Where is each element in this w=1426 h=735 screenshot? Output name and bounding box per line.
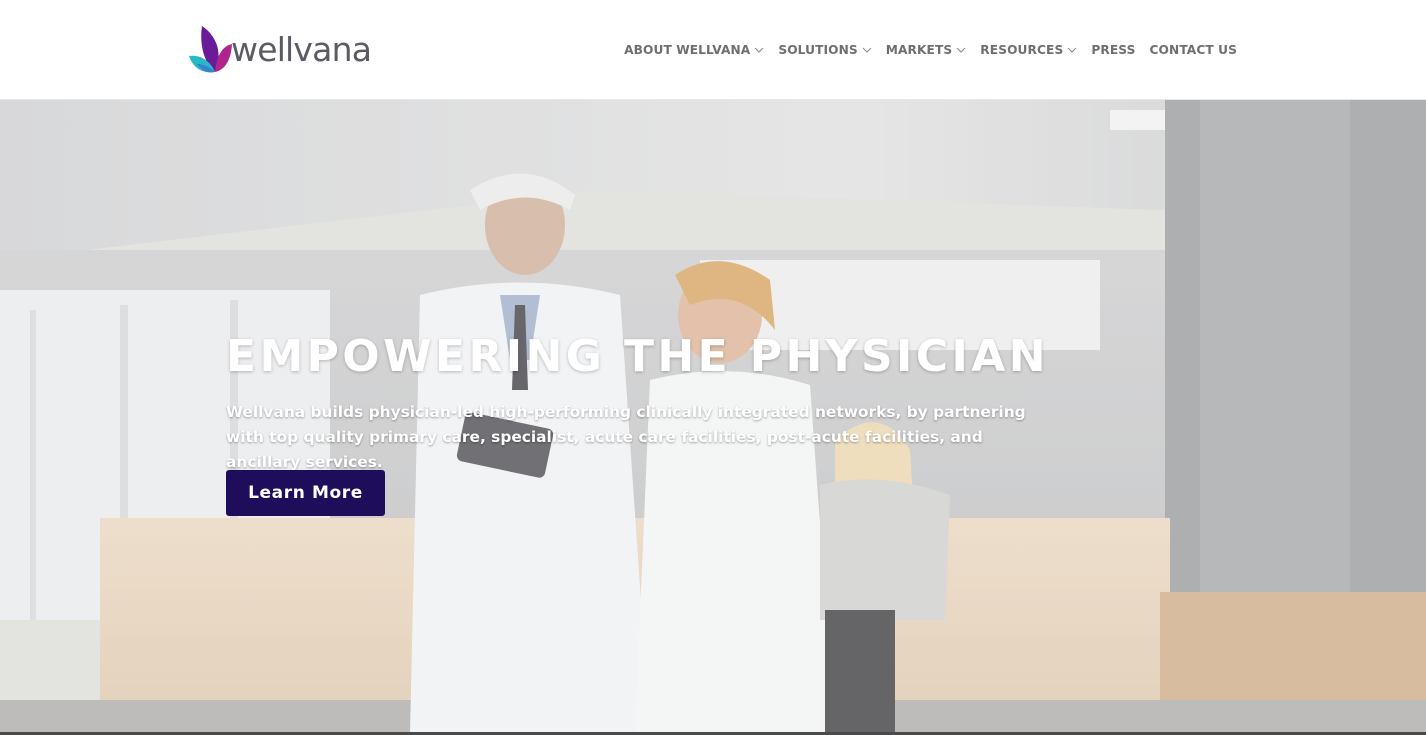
main-nav: ABOUT WELLVANA SOLUTIONS MARKETS RESOURC…	[624, 40, 1237, 60]
nav-item-label: SOLUTIONS	[778, 43, 858, 57]
nav-item-press[interactable]: PRESS	[1091, 41, 1135, 59]
chevron-down-icon	[956, 47, 966, 53]
lotus-petal-logo-icon	[189, 26, 232, 73]
hero-section: EMPOWERING THE PHYSICIAN Wellvana builds…	[0, 100, 1426, 733]
chevron-down-icon	[754, 47, 764, 53]
site-header: wellvana ABOUT WELLVANA SOLUTIONS MARKET…	[0, 0, 1426, 100]
hero-title: EMPOWERING THE PHYSICIAN	[226, 331, 1049, 382]
chevron-down-icon	[862, 47, 872, 53]
hero-content: EMPOWERING THE PHYSICIAN Wellvana builds…	[226, 330, 1126, 516]
nav-item-solutions[interactable]: SOLUTIONS	[778, 41, 872, 59]
hero-subtitle: Wellvana builds physician-led high-perfo…	[226, 403, 1026, 471]
wellvana-logo[interactable]: wellvana	[187, 24, 387, 76]
nav-item-label: PRESS	[1091, 43, 1136, 57]
nav-item-about[interactable]: ABOUT WELLVANA	[624, 41, 764, 59]
nav-item-markets[interactable]: MARKETS	[886, 41, 967, 59]
chevron-down-icon	[1068, 47, 1077, 53]
nav-item-contact[interactable]: CONTACT US	[1150, 41, 1237, 59]
learn-more-button[interactable]: Learn More	[226, 470, 385, 516]
nav-item-label: CONTACT US	[1149, 43, 1237, 57]
nav-item-label: RESOURCES	[980, 43, 1064, 57]
nav-item-resources[interactable]: RESOURCES	[980, 41, 1077, 59]
nav-item-label: ABOUT WELLVANA	[624, 43, 751, 57]
nav-item-label: MARKETS	[885, 43, 953, 57]
brand-wordmark: wellvana	[231, 30, 372, 69]
